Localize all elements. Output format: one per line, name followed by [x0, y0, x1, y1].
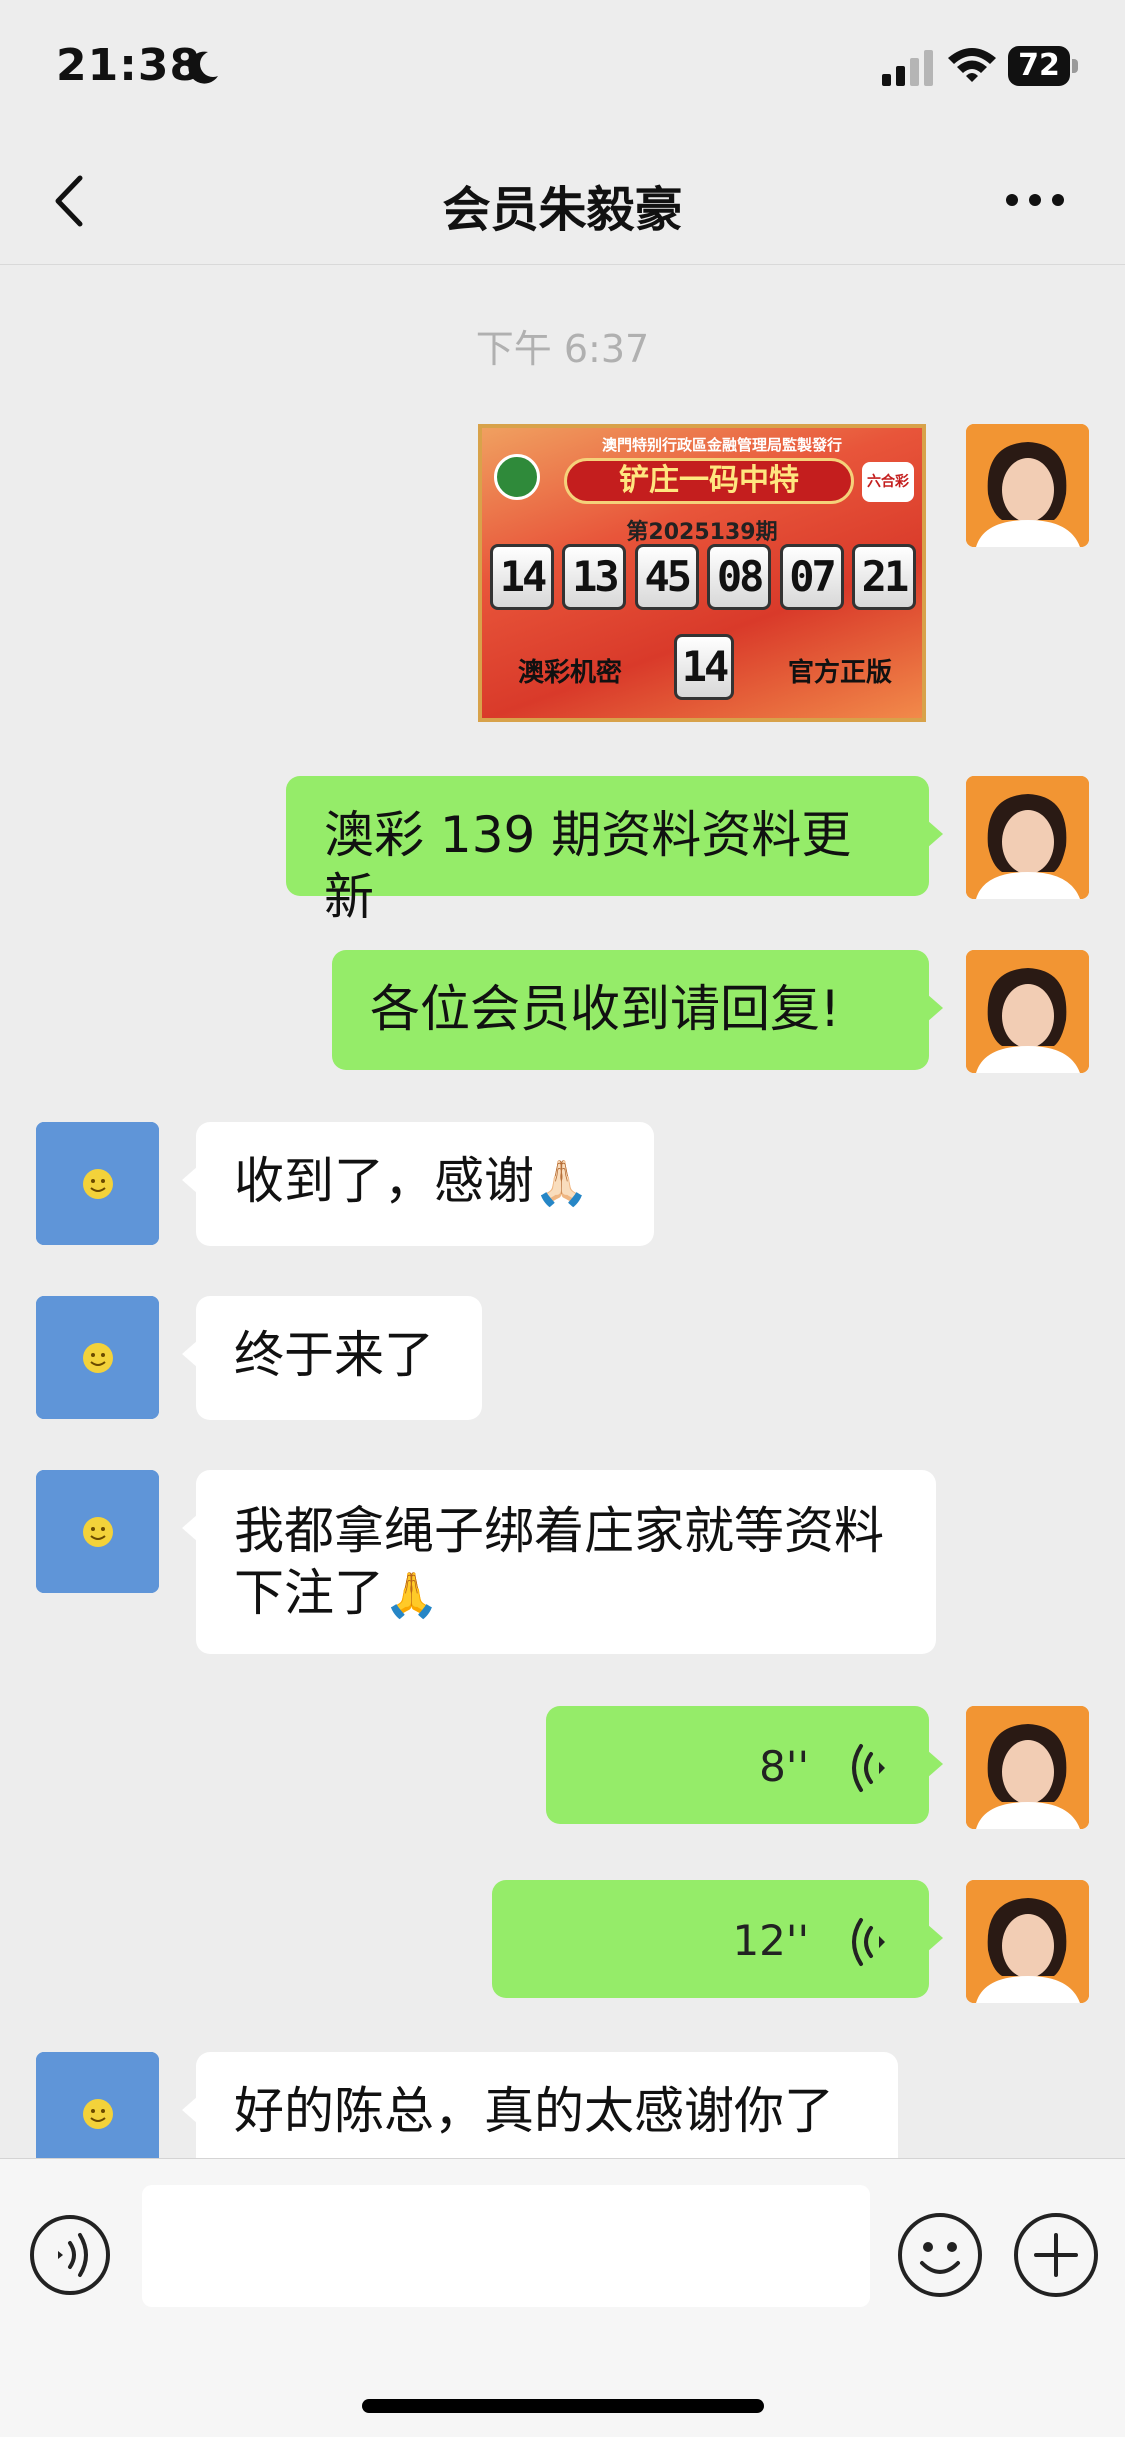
- person-photo: [966, 424, 1089, 547]
- message-text-line: 我都拿绳子绑着庄家就等资料: [234, 1502, 884, 1560]
- message-text: 澳彩 139 期资料资料更新: [324, 806, 852, 926]
- lottery-period: 第2025139期: [626, 520, 778, 545]
- wifi-icon: [948, 48, 996, 82]
- chat-title: 会员朱毅豪: [442, 182, 683, 238]
- voice-message[interactable]: 8'': [546, 1706, 943, 1824]
- voice-wave-icon: [852, 1744, 885, 1792]
- message-bubble[interactable]: 澳彩 139 期资料资料更新: [286, 776, 943, 926]
- praying-hands-emoji: 🙏: [384, 1570, 439, 1621]
- lottery-title: 铲庄一码中特: [564, 458, 854, 504]
- message-text-line: 下注了: [234, 1564, 384, 1622]
- status-bar: 21:38 72: [0, 0, 1125, 140]
- lottery-image[interactable]: 澳門特别行政區金融管理局監製發行 铲庄一码中特 六合彩 第2025139期 14…: [478, 424, 926, 722]
- avatar[interactable]: [36, 1122, 159, 1245]
- message-text: 收到了，感谢: [234, 1152, 534, 1210]
- smiley-avatar: [36, 1470, 159, 1593]
- person-photo: [966, 950, 1089, 1073]
- chat-header: 会员朱毅豪: [0, 140, 1125, 265]
- avatar[interactable]: [36, 2052, 159, 2175]
- message-bubble[interactable]: 收到了，感谢🙏🏻: [182, 1122, 654, 1246]
- emblem-logo: [494, 454, 540, 500]
- lottery-number: 21: [851, 544, 916, 610]
- message-timestamp: 下午 6:37: [475, 327, 650, 371]
- person-photo: [966, 1880, 1089, 2003]
- praying-hands-emoji: 🙏🏻: [534, 1158, 589, 1209]
- lottery-numbers: 14 13 45 08 07 21: [490, 544, 916, 610]
- avatar[interactable]: [36, 1470, 159, 1593]
- more-dots-icon[interactable]: [1000, 180, 1070, 220]
- voice-duration: 8'': [759, 1742, 809, 1791]
- lottery-header: 澳門特别行政區金融管理局監製發行: [601, 436, 842, 454]
- lottery-number: 08: [707, 544, 772, 610]
- voice-input-icon[interactable]: [28, 2213, 112, 2297]
- battery-level: 72: [1018, 48, 1060, 83]
- lottery-number: 14: [490, 544, 554, 610]
- status-time: 21:38: [56, 40, 202, 91]
- message-text: 好的陈总，真的太感谢你了: [234, 2082, 834, 2140]
- lottery-logo-right: 六合彩: [862, 462, 914, 502]
- smiley-avatar: [36, 2052, 159, 2175]
- smiley-avatar: [36, 1122, 159, 1245]
- moon-icon: [188, 51, 218, 84]
- avatar[interactable]: [966, 424, 1089, 547]
- lottery-number: 45: [634, 544, 699, 610]
- lottery-special-number: 14: [674, 634, 734, 700]
- person-photo: [966, 1706, 1089, 1829]
- voice-duration: 12'': [732, 1916, 809, 1965]
- chevron-left-icon[interactable]: [36, 166, 106, 236]
- emoji-icon[interactable]: [896, 2211, 984, 2299]
- lottery-number: 07: [779, 544, 844, 610]
- message-bubble[interactable]: 终于来了: [182, 1296, 482, 1420]
- plus-circle-icon[interactable]: [1012, 2211, 1100, 2299]
- voice-message[interactable]: 12'': [492, 1880, 943, 1998]
- avatar[interactable]: [966, 950, 1089, 1073]
- input-bar: [0, 2158, 1125, 2437]
- avatar[interactable]: [966, 776, 1089, 899]
- person-photo: [966, 776, 1089, 899]
- lottery-number: 13: [562, 544, 627, 610]
- lottery-caption-right: 官方正版: [787, 658, 892, 688]
- message-bubble[interactable]: 我都拿绳子绑着庄家就等资料 下注了🙏: [182, 1470, 936, 1654]
- lottery-caption-left: 澳彩机密: [518, 658, 623, 688]
- message-bubble[interactable]: 各位会员收到请回复!: [332, 950, 943, 1070]
- avatar[interactable]: [966, 1880, 1089, 2003]
- avatar[interactable]: [36, 1296, 159, 1419]
- message-text: 终于来了: [234, 1326, 434, 1384]
- cellular-signal-icon: [882, 50, 933, 86]
- avatar[interactable]: [966, 1706, 1089, 1829]
- voice-wave-icon: [852, 1918, 885, 1966]
- message-text: 各位会员收到请回复!: [370, 980, 841, 1038]
- battery-indicator: 72: [1008, 46, 1080, 86]
- message-input[interactable]: [142, 2185, 870, 2307]
- home-indicator[interactable]: [362, 2399, 764, 2413]
- smiley-avatar: [36, 1296, 159, 1419]
